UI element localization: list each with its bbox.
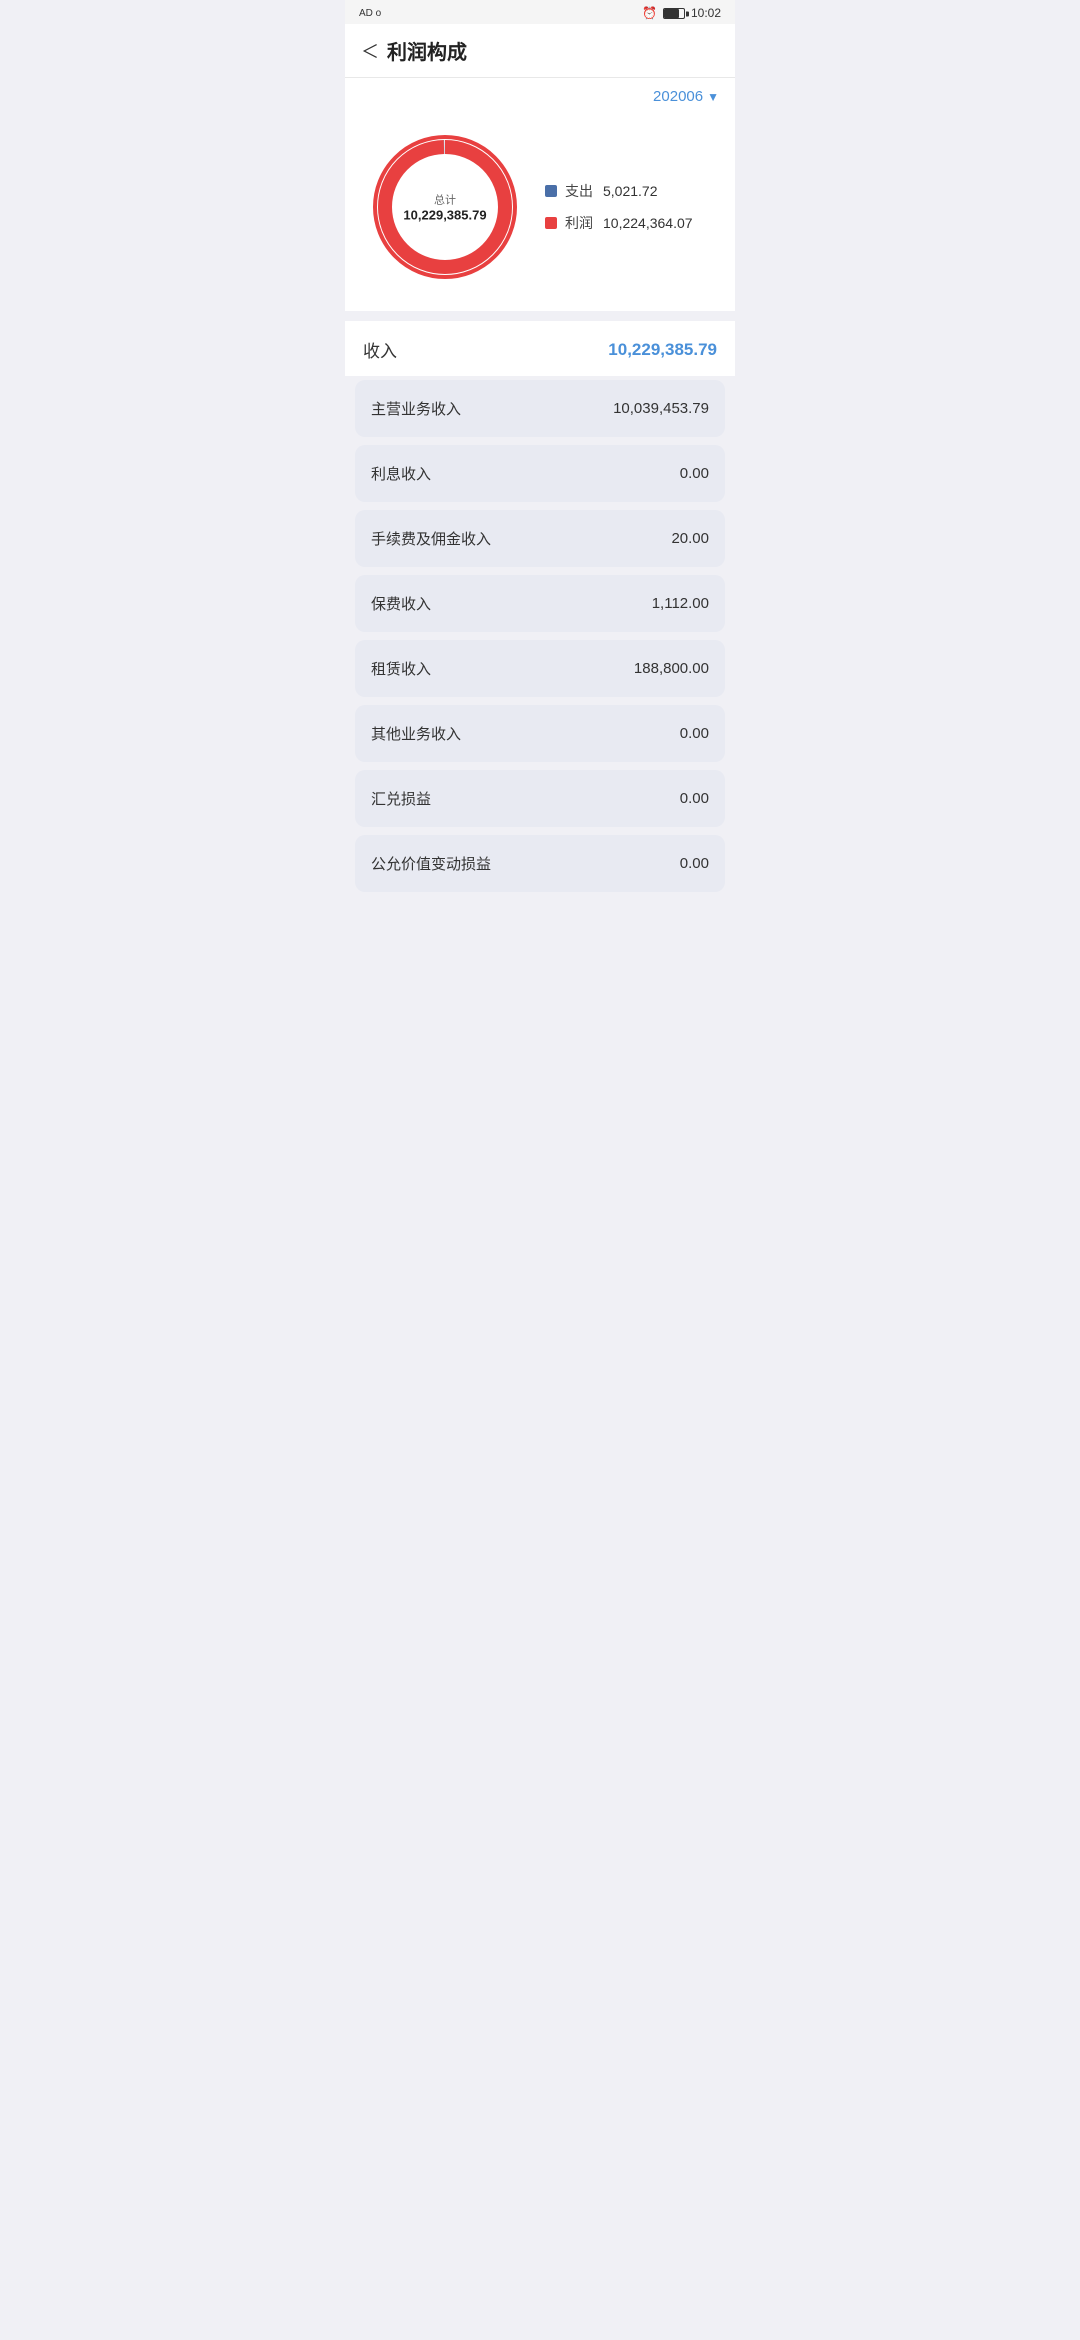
battery-indicator [663, 6, 685, 20]
status-left-text: AD o [359, 8, 381, 19]
income-list: 主营业务收入 10,039,453.79 利息收入 0.00 手续费及佣金收入 … [345, 376, 735, 900]
list-item[interactable]: 租赁收入 188,800.00 [355, 640, 725, 697]
list-item[interactable]: 公允价值变动损益 0.00 [355, 835, 725, 892]
item-value: 0.00 [680, 790, 709, 807]
status-right: ⏰ 10:02 [642, 6, 721, 20]
item-label: 汇兑损益 [371, 788, 431, 809]
income-total: 10,229,385.79 [608, 340, 717, 360]
income-label: 收入 [363, 337, 397, 362]
period-bar: 202006 ▼ [345, 78, 735, 111]
period-value: 202006 [653, 88, 703, 105]
donut-svg [365, 127, 525, 287]
item-label: 租赁收入 [371, 658, 431, 679]
list-item[interactable]: 保费收入 1,112.00 [355, 575, 725, 632]
section-divider [345, 311, 735, 321]
list-item[interactable]: 主营业务收入 10,039,453.79 [355, 380, 725, 437]
legend-value-expense: 5,021.72 [603, 183, 658, 199]
list-item[interactable]: 汇兑损益 0.00 [355, 770, 725, 827]
period-selector[interactable]: 202006 ▼ [653, 88, 719, 105]
alarm-icon: ⏰ [642, 6, 657, 20]
legend-dot-profit [545, 217, 557, 229]
income-header: 收入 10,229,385.79 [345, 321, 735, 376]
back-button[interactable]: ＜ [361, 38, 379, 64]
time-display: 10:02 [691, 6, 721, 20]
item-value: 1,112.00 [652, 595, 709, 612]
list-item[interactable]: 利息收入 0.00 [355, 445, 725, 502]
legend-name-expense: 支出 [565, 181, 595, 201]
page-title: 利润构成 [387, 36, 467, 65]
item-label: 手续费及佣金收入 [371, 528, 491, 549]
list-item[interactable]: 手续费及佣金收入 20.00 [355, 510, 725, 567]
item-value: 188,800.00 [634, 660, 709, 677]
chevron-down-icon: ▼ [707, 90, 719, 104]
item-label: 保费收入 [371, 593, 431, 614]
legend-item-profit: 利润 10,224,364.07 [545, 213, 693, 233]
status-left: AD o [359, 8, 381, 19]
legend-item-expense: 支出 5,021.72 [545, 181, 693, 201]
item-value: 0.00 [680, 855, 709, 872]
legend-value-profit: 10,224,364.07 [603, 215, 693, 231]
legend-dot-expense [545, 185, 557, 197]
item-value: 10,039,453.79 [613, 400, 709, 417]
item-value: 20.00 [671, 530, 709, 547]
item-label: 主营业务收入 [371, 398, 461, 419]
status-bar: AD o ⏰ 10:02 [345, 0, 735, 24]
chart-section: 总计 10,229,385.79 支出 5,021.72 利润 10,224,3… [345, 111, 735, 311]
list-item[interactable]: 其他业务收入 0.00 [355, 705, 725, 762]
item-label: 其他业务收入 [371, 723, 461, 744]
legend-name-profit: 利润 [565, 213, 595, 233]
item-value: 0.00 [680, 725, 709, 742]
item-label: 公允价值变动损益 [371, 853, 491, 874]
legend: 支出 5,021.72 利润 10,224,364.07 [545, 181, 693, 233]
item-value: 0.00 [680, 465, 709, 482]
page-header: ＜ 利润构成 [345, 24, 735, 78]
donut-chart: 总计 10,229,385.79 [365, 127, 525, 287]
item-label: 利息收入 [371, 463, 431, 484]
